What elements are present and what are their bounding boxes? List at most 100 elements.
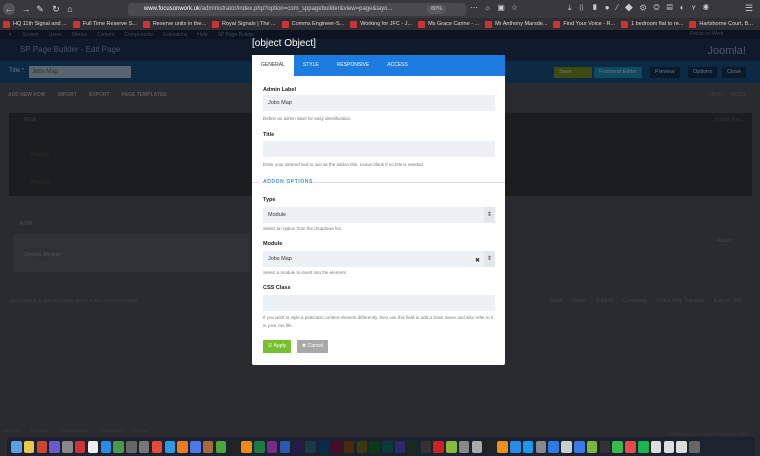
dock-app-icon[interactable] [407,440,419,453]
title-input[interactable]: Jobs Map [29,66,131,78]
admin-menu-item[interactable]: System [22,32,39,38]
toolbar-import[interactable]: IMPORT [58,92,77,98]
toolbar-add-new-row[interactable]: ADD NEW ROW [8,92,46,98]
bookmark-item[interactable]: Working for JFC - J... [350,20,412,28]
close-button[interactable]: Close [722,67,747,78]
dock-app-icon[interactable] [177,440,188,453]
dock-app-icon[interactable] [676,440,687,453]
dock-app-icon[interactable] [23,440,35,453]
zoom-level[interactable]: 80% [426,5,446,14]
dock-app-icon[interactable] [138,440,150,453]
css-class-input[interactable] [263,295,495,311]
apply-button[interactable]: ☑ Apply [263,340,292,353]
options-button[interactable]: Options [688,67,717,78]
tab-access[interactable]: ACCESS [378,55,417,76]
dock-app-icon[interactable] [689,440,700,453]
module-select[interactable]: Jobs Map ✖ ⇕ [263,251,495,267]
dock-app-icon[interactable] [330,440,342,453]
dock-app-icon[interactable] [548,440,559,453]
dock-app-icon[interactable] [279,440,291,453]
dock-app-icon[interactable] [266,440,278,453]
dock-app-icon[interactable] [574,440,585,453]
tab-responsive[interactable]: RESPONSIVE [328,55,379,76]
dock-app-icon[interactable] [433,440,444,453]
admin-label-input[interactable]: Jobs Map [263,95,495,111]
bookmark-item[interactable]: Ms Grace Carine - ... [418,20,479,28]
dock-app-icon[interactable] [612,440,623,453]
dock-app-icon[interactable] [241,440,252,453]
admin-menu-item[interactable]: Menus [72,32,87,38]
home-button[interactable]: ⌂ [64,3,76,15]
dock-app-icon[interactable] [190,440,201,453]
footer-link[interactable]: Rate on JED [714,298,742,304]
addon-heading[interactable]: Heading [31,152,50,158]
bookmark-item[interactable]: Royal Signals | The ... [212,20,276,28]
dock-app-icon[interactable] [394,440,406,453]
addon-heading[interactable]: Heading [31,180,50,186]
dock-app-icon[interactable] [497,440,508,453]
dock-app-icon[interactable] [535,440,547,453]
page-action-icons[interactable]: ⋯☼▣☆ [470,3,524,12]
dock-app-icon[interactable] [318,440,329,453]
footer-link[interactable]: Guide [549,298,562,304]
dock-app-icon[interactable] [49,440,60,453]
dock-app-icon[interactable] [356,440,368,453]
title-field-input[interactable] [263,141,495,157]
dock-app-icon[interactable] [522,440,534,453]
back-button[interactable]: ← [3,3,15,15]
admin-menu-item[interactable]: Help [197,32,207,38]
bookmark-item[interactable]: Mr Anthony Marsde... [485,20,547,28]
save-button[interactable]: Save [554,67,592,78]
dock-app-icon[interactable] [292,440,304,453]
toolbar-export[interactable]: EXPORT [89,92,110,98]
site-link[interactable]: Focus on Work [690,31,724,37]
dock-app-icon[interactable] [420,440,431,453]
dock-app-icon[interactable] [369,440,380,453]
bookmark-item[interactable]: Full Time Reserve S... [72,20,137,28]
dock-app-icon[interactable] [586,440,598,453]
clear-icon[interactable]: ✖ [475,253,480,269]
add-addon-button[interactable]: Addon [717,238,731,244]
dock-app-icon[interactable] [446,440,457,453]
extension-icons[interactable]: ⤓▯▮●⁄◆⚙◎▤◐ʏ◉ [568,3,716,13]
footer-link[interactable]: Videos [572,298,587,304]
status-item[interactable]: View Site [2,428,21,436]
bookmark-item[interactable]: Hartshorne Court, B... [689,20,753,28]
toolbar-page-templates[interactable]: PAGE TEMPLATES [122,92,167,98]
footer-link[interactable]: Support [596,298,614,304]
dock-app-icon[interactable] [343,440,355,453]
dock-app-icon[interactable] [215,440,227,453]
admin-menu-item[interactable]: Content [97,32,115,38]
dock-app-icon[interactable] [599,440,611,453]
admin-menu-item[interactable]: Extensions [163,32,187,38]
forward-button[interactable]: → [20,3,32,15]
dock-app-icon[interactable] [228,440,240,453]
bookmark-item[interactable]: Find Your Voice - R... [553,20,615,28]
dock-app-icon[interactable] [11,440,22,453]
type-select[interactable]: Module ⇕ [263,207,495,223]
dock-app-icon[interactable] [638,440,649,453]
dock-app-icon[interactable] [625,440,636,453]
redo-button[interactable]: REDO [731,92,745,98]
tab-general[interactable]: GENERAL [252,55,294,76]
cancel-button[interactable]: ✖ Cancel [297,340,329,353]
dock-app-icon[interactable] [484,440,495,453]
dock-app-icon[interactable] [471,440,483,453]
wrench-icon[interactable]: ✎ [34,3,46,15]
admin-menu-item[interactable]: SP Page Builder [218,32,255,38]
dock-app-icon[interactable] [561,440,572,453]
dock-app-icon[interactable] [36,440,48,453]
enable-row-button[interactable]: Enable Row [715,117,742,123]
joomla-menu-icon[interactable]: ✕ [8,32,12,38]
admin-menu-item[interactable]: Users [49,32,62,38]
dock-app-icon[interactable] [254,440,265,453]
dock-app-icon[interactable] [458,440,470,453]
dock-app-icon[interactable] [305,440,316,453]
dock-app-icon[interactable] [650,440,662,453]
dock-app-icon[interactable] [74,440,86,453]
dock-app-icon[interactable] [151,440,163,453]
undo-button[interactable]: UNDO [708,92,723,98]
dock-app-icon[interactable] [126,440,137,453]
dock-app-icon[interactable] [382,440,393,453]
admin-menu-item[interactable]: Components [124,32,152,38]
